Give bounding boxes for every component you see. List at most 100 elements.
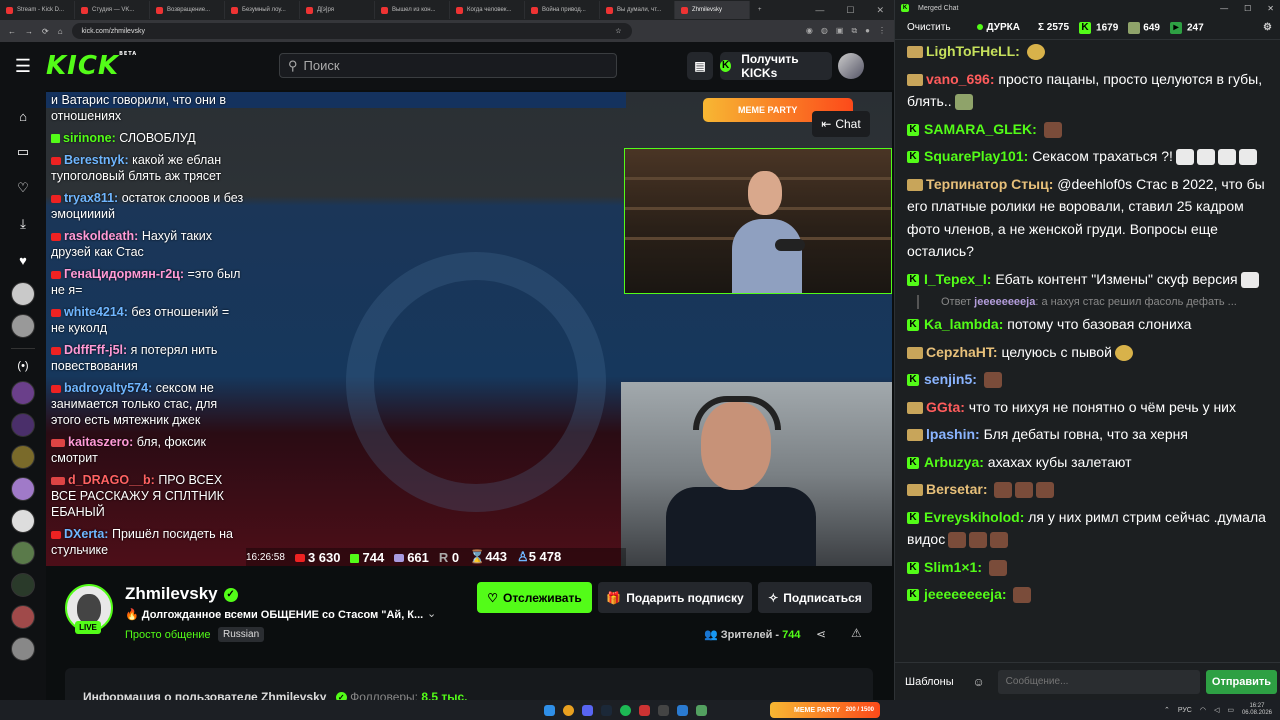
followed-channel-avatar[interactable]	[11, 314, 35, 338]
reload-icon[interactable]: ⟳	[42, 27, 49, 36]
browser-tab[interactable]: Студия — VK...	[75, 1, 150, 19]
chat-username[interactable]: Arbuzya:	[924, 454, 984, 470]
tray-chevron-icon[interactable]: ⌃	[1164, 706, 1170, 714]
search-input[interactable]: ⚲ Поиск	[279, 53, 617, 78]
browser-tab[interactable]: Вышел из кон...	[375, 1, 450, 19]
obs-icon[interactable]	[658, 704, 669, 716]
browser-tab[interactable]: Zhmilevsky	[675, 1, 750, 19]
new-tab-button[interactable]: +	[750, 7, 770, 13]
maximize-icon[interactable]: ☐	[846, 5, 854, 16]
minimize-icon[interactable]: —	[815, 5, 824, 16]
chrome-icon[interactable]	[563, 704, 574, 716]
get-kicks-button[interactable]: K Получить KICKs	[720, 52, 832, 80]
forward-icon[interactable]: →	[25, 27, 33, 36]
subscribe-button[interactable]: ✧ Подписаться	[758, 582, 872, 613]
merged-chat-taskbar-icon[interactable]	[696, 704, 707, 716]
followed-channel-avatar[interactable]	[11, 282, 35, 306]
following-icon[interactable]: ♡	[0, 170, 46, 206]
settings-gear-icon[interactable]: ⚙	[1263, 22, 1272, 33]
chat-username[interactable]: Evreyskiholod:	[924, 509, 1024, 525]
templates-button[interactable]: Шаблоны	[899, 676, 960, 688]
chat-username[interactable]: I_Tepex_I:	[924, 271, 991, 287]
browser-tab[interactable]: Война привод...	[525, 1, 600, 19]
browser-tab[interactable]: Stream - Kick D...	[0, 1, 75, 19]
user-avatar[interactable]	[838, 53, 864, 79]
kick-logo[interactable]: KICKBETA	[46, 51, 137, 81]
close-icon[interactable]: ✕	[876, 5, 884, 16]
download-icon[interactable]: ⤓	[0, 206, 46, 242]
gift-sub-button[interactable]: 🎁 Подарить подписку	[598, 582, 752, 613]
chat-username[interactable]: senjin5:	[924, 371, 977, 387]
browser-tab[interactable]: Безумный лоу...	[225, 1, 300, 19]
home-icon[interactable]: ⌂	[58, 27, 63, 36]
clock[interactable]: 16:27 06.08.2026	[1242, 703, 1272, 717]
extension-icon[interactable]: ⧉	[851, 26, 857, 36]
message-input[interactable]	[997, 669, 1200, 694]
hamburger-menu-icon[interactable]: ☰	[0, 56, 46, 77]
chat-username[interactable]: Терпинатор Стыц:	[926, 176, 1053, 192]
minimize-icon[interactable]: —	[1220, 4, 1228, 13]
wifi-icon[interactable]: ◠	[1200, 706, 1206, 714]
browse-icon[interactable]: ▭	[0, 134, 46, 170]
back-icon[interactable]: ←	[8, 27, 16, 36]
battery-icon[interactable]: ▭	[1227, 706, 1234, 714]
extension-icon[interactable]: ▣	[836, 26, 844, 36]
chat-username[interactable]: jeeeeeeeeja:	[924, 586, 1007, 602]
chat-username[interactable]: CepzhaHT:	[926, 344, 998, 360]
share-icon[interactable]: ⋖	[816, 627, 826, 641]
close-icon[interactable]: ✕	[1267, 4, 1274, 13]
browser-tab[interactable]: Вы думали, чт...	[600, 1, 675, 19]
send-button[interactable]: Отправить	[1205, 669, 1277, 694]
recommended-channel-avatar[interactable]	[11, 605, 35, 629]
report-icon[interactable]: ⚠	[851, 626, 862, 640]
recommended-channel-avatar[interactable]	[11, 637, 35, 661]
maximize-icon[interactable]: ☐	[1244, 4, 1251, 13]
profile-icon[interactable]: ●	[865, 26, 870, 36]
bookmark-star-icon[interactable]: ☆	[615, 27, 621, 35]
language-tag[interactable]: Russian	[218, 627, 265, 642]
recommended-channel-avatar[interactable]	[11, 413, 35, 437]
chat-toggle-button[interactable]: ⇤ Chat	[812, 111, 870, 137]
menu-dots-icon[interactable]: ⋮	[878, 26, 886, 36]
chat-username[interactable]: GGta:	[926, 399, 965, 415]
chat-username[interactable]: Ka_lambda:	[924, 316, 1003, 332]
chat-username[interactable]: vano_696:	[926, 71, 994, 87]
extension-icon[interactable]: ◍	[821, 26, 828, 36]
chat-username[interactable]: Slim1×1:	[924, 559, 982, 575]
video-player[interactable]: и Ватарис говорили, что они в отношениях…	[46, 92, 892, 566]
chat-username[interactable]: SquarePlay101:	[924, 148, 1028, 164]
start-icon[interactable]	[544, 704, 555, 716]
recommended-channel-avatar[interactable]	[11, 573, 35, 597]
category-link[interactable]: Просто общение	[125, 629, 211, 641]
home-icon[interactable]: ⌂	[0, 98, 46, 134]
store-button[interactable]: ▤	[687, 52, 713, 80]
volume-icon[interactable]: ◁	[1214, 706, 1219, 714]
merged-chat-messages[interactable]: LighToFHeLL: vano_696: просто пацаны, пр…	[895, 40, 1280, 662]
discord-icon[interactable]	[582, 704, 593, 716]
favorites-heart-icon[interactable]: ♥	[0, 242, 46, 278]
recommended-channel-avatar[interactable]	[11, 477, 35, 501]
chat-username[interactable]: Bersetar:	[926, 481, 987, 497]
browser-tab[interactable]: Возвращение...	[150, 1, 225, 19]
browser-tab[interactable]: Д[э]ря	[300, 1, 375, 19]
extension-icon[interactable]: ◉	[806, 26, 813, 36]
clear-button[interactable]: Очистить	[903, 22, 955, 33]
app-icon[interactable]	[677, 704, 688, 716]
emoji-icon[interactable]: ☺	[966, 670, 992, 694]
recommended-channel-avatar[interactable]	[11, 381, 35, 405]
recommended-channel-avatar[interactable]	[11, 541, 35, 565]
expand-title-chevron-icon[interactable]: ⌄	[427, 607, 436, 620]
recommended-channel-avatar[interactable]	[11, 445, 35, 469]
chat-username[interactable]: SAMARA_GLEK:	[924, 121, 1037, 137]
steam-icon[interactable]	[601, 704, 612, 716]
recommended-channel-avatar[interactable]	[11, 509, 35, 533]
channel-name[interactable]: Zhmilevsky	[125, 584, 218, 603]
app-icon[interactable]	[639, 704, 650, 716]
recommended-icon[interactable]: (•)	[0, 355, 46, 377]
chat-username[interactable]: LighToFHeLL:	[926, 43, 1020, 59]
spotify-icon[interactable]	[620, 704, 631, 716]
chat-username[interactable]: lpashin:	[926, 426, 980, 442]
url-field[interactable]: kick.com/zhmilevsky ☆	[71, 23, 632, 39]
language-indicator[interactable]: РУС	[1178, 707, 1192, 714]
browser-tab[interactable]: Когда человек...	[450, 1, 525, 19]
